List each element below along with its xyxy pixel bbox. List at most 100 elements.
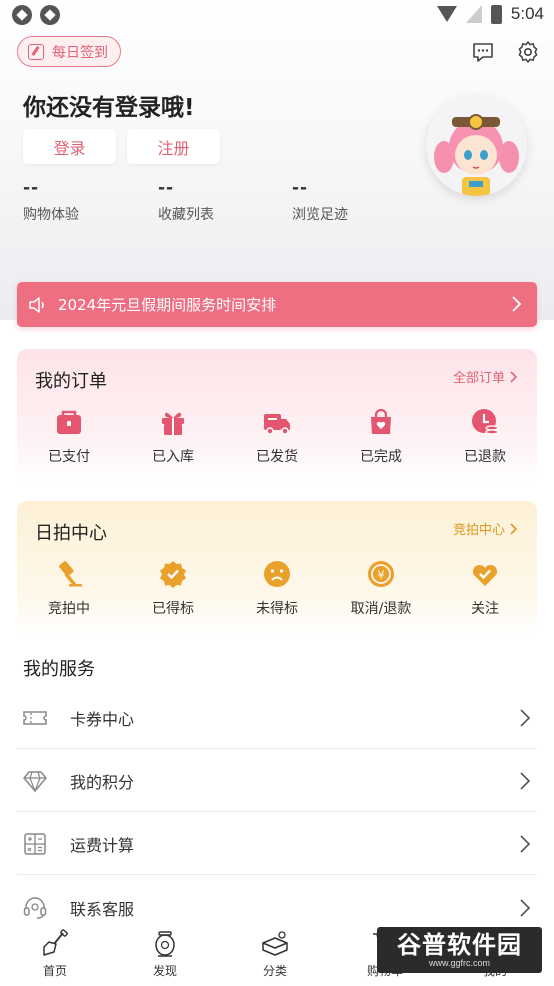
page-title: 你还没有登录哦! [23, 95, 195, 121]
auction-won[interactable]: 已得标 [121, 559, 225, 618]
category-box-icon [262, 931, 288, 956]
nav-home-label: 首页 [42, 964, 67, 978]
order-paid[interactable]: 已支付 [17, 407, 121, 466]
status-time: 5:04 [510, 4, 544, 23]
order-completed-label: 已完成 [360, 449, 402, 465]
auction-follow-label: 关注 [471, 601, 499, 617]
chevron-right-icon [520, 898, 531, 917]
nav-discover-label: 发现 [152, 964, 177, 978]
service-shipping-calc-label: 运费计算 [70, 835, 135, 855]
auction-card: 日拍中心 竞拍中心 竞拍中 已得标 未得标 ¥ 取消/退款 关注 [17, 501, 537, 636]
services-title: 我的服务 [23, 659, 95, 680]
service-customer-support-label: 联系客服 [70, 899, 135, 919]
all-orders-label: 全部订单 [452, 371, 505, 386]
chevron-right-icon [510, 522, 517, 535]
nav-category[interactable]: 分类 [220, 925, 330, 986]
status-bar: 5:04 [0, 0, 554, 30]
battery-icon [490, 4, 502, 24]
service-shipping-calc[interactable]: 运费计算 [17, 812, 537, 875]
stat-favorites[interactable]: -- 收藏列表 [158, 178, 214, 224]
auction-cancel-refund[interactable]: ¥ 取消/退款 [329, 559, 433, 618]
orders-title: 我的订单 [35, 371, 107, 392]
truck-icon [264, 414, 290, 435]
notification-icon [12, 5, 32, 25]
refund-icon [472, 409, 499, 435]
nav-discover[interactable]: 发现 [110, 925, 220, 986]
stat-label: 购物体验 [23, 207, 79, 223]
register-button[interactable]: 注册 [127, 129, 220, 164]
avatar[interactable] [426, 95, 527, 196]
diamond-icon [23, 770, 47, 793]
service-points-label: 我的积分 [70, 772, 135, 792]
order-refunded[interactable]: 已退款 [433, 407, 537, 466]
badge-check-icon [160, 561, 186, 588]
order-stored-label: 已入库 [152, 449, 194, 465]
svg-text:¥: ¥ [378, 569, 385, 582]
chevron-right-icon [520, 834, 531, 853]
watermark-subtitle: www.ggfrc.com [428, 958, 490, 968]
chevron-right-icon [520, 708, 531, 727]
order-completed[interactable]: 已完成 [329, 407, 433, 466]
auction-lost[interactable]: 未得标 [225, 559, 329, 618]
auction-lost-label: 未得标 [256, 601, 298, 617]
yen-refund-icon: ¥ [368, 561, 394, 587]
divider [17, 874, 537, 875]
order-shipped-label: 已发货 [256, 449, 298, 465]
sad-face-icon [264, 561, 290, 587]
order-stored[interactable]: 已入库 [121, 407, 225, 466]
auction-bidding[interactable]: 竞拍中 [17, 559, 121, 618]
stat-label: 浏览足迹 [292, 207, 348, 223]
nav-home[interactable]: 首页 [0, 925, 110, 986]
order-refunded-label: 已退款 [464, 449, 506, 465]
stat-value: -- [158, 178, 175, 198]
signal-icon [465, 5, 482, 23]
heart-check-icon [472, 564, 498, 586]
bag-heart-icon [371, 408, 391, 434]
notice-banner[interactable]: 2024年元旦假期间服务时间安排 [17, 282, 537, 327]
gavel-icon [59, 561, 82, 587]
order-shipped[interactable]: 已发货 [225, 407, 329, 466]
service-coupons-label: 卡券中心 [70, 709, 135, 729]
avatar-illustration [434, 114, 519, 196]
daily-checkin-label: 每日签到 [52, 44, 108, 61]
chevron-right-icon [512, 296, 522, 312]
auction-cancel-refund-label: 取消/退款 [350, 601, 412, 617]
service-coupons[interactable]: 卡券中心 [17, 686, 537, 749]
stat-value: -- [292, 178, 309, 198]
chevron-right-icon [520, 771, 531, 790]
service-points[interactable]: 我的积分 [17, 749, 537, 812]
notification-icon [40, 5, 60, 25]
auction-won-label: 已得标 [152, 601, 194, 617]
wifi-icon [436, 6, 457, 22]
order-paid-label: 已支付 [48, 449, 90, 465]
auction-center-label: 竞拍中心 [452, 523, 505, 538]
headset-icon [23, 896, 47, 919]
auction-bidding-label: 竞拍中 [48, 601, 90, 617]
nav-category-label: 分类 [262, 964, 287, 978]
stat-label: 收藏列表 [158, 207, 214, 223]
auction-center-link[interactable]: 竞拍中心 [453, 519, 517, 538]
coupon-icon [23, 710, 47, 725]
chevron-right-icon [510, 370, 517, 383]
stat-history[interactable]: -- 浏览足迹 [292, 178, 348, 224]
calculator-icon [24, 832, 46, 855]
login-button[interactable]: 登录 [23, 129, 116, 164]
auction-title: 日拍中心 [35, 523, 107, 544]
notice-text: 2024年元旦假期间服务时间安排 [58, 296, 277, 314]
lantern-icon [155, 931, 175, 957]
stat-shopping[interactable]: -- 购物体验 [23, 178, 79, 224]
daily-checkin-button[interactable]: 每日签到 [17, 36, 121, 67]
speaker-icon [29, 296, 44, 313]
watermark-logo: 谷普软件园 www.ggfrc.com [377, 927, 542, 973]
edit-icon [28, 43, 44, 60]
stat-value: -- [23, 178, 40, 198]
wallet-icon [57, 410, 81, 434]
all-orders-link[interactable]: 全部订单 [453, 367, 517, 386]
message-icon[interactable] [471, 40, 495, 64]
gift-icon [162, 412, 184, 435]
watermark-title: 谷普软件园 [397, 931, 522, 959]
shovel-icon [43, 929, 68, 956]
orders-card: 我的订单 全部订单 已支付 已入库 已发货 已完成 已退款 [17, 349, 537, 484]
auction-follow[interactable]: 关注 [433, 559, 537, 618]
gear-icon[interactable] [516, 40, 540, 64]
